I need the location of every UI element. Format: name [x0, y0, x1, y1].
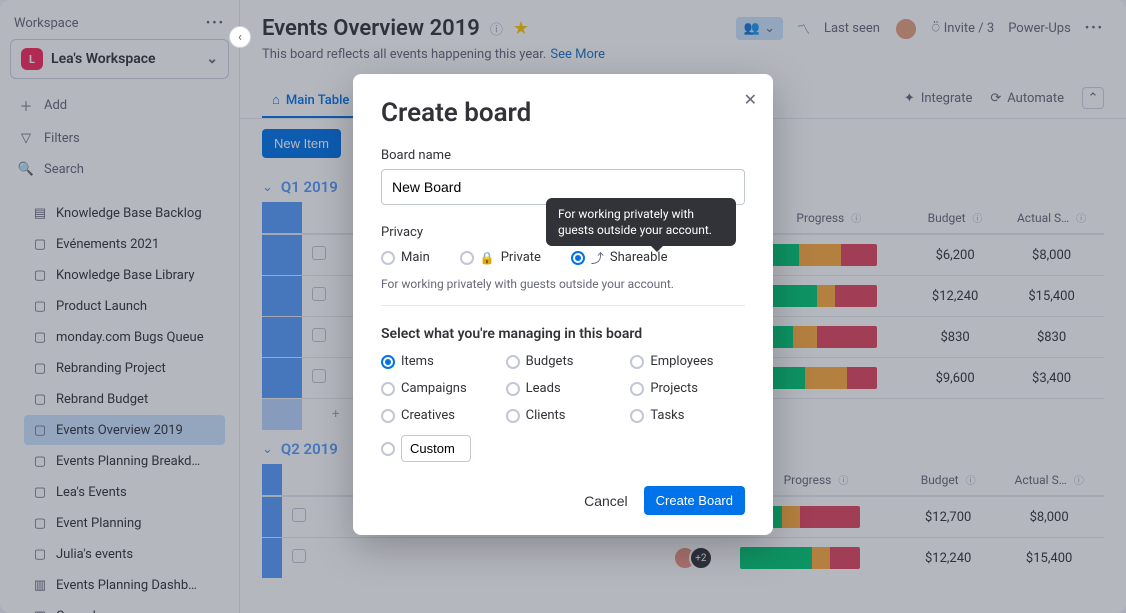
radio-icon [571, 251, 585, 265]
collapse-sidebar-button[interactable]: ‹ [229, 26, 251, 48]
radio-icon [381, 382, 395, 396]
managing-option[interactable]: Projects [630, 381, 745, 396]
managing-option[interactable]: Clients [506, 408, 621, 423]
custom-type-input[interactable] [401, 435, 471, 462]
radio-icon [381, 251, 395, 265]
privacy-private[interactable]: 🔒Private [460, 248, 541, 267]
modal-title: Create board [381, 98, 745, 128]
radio-icon [381, 409, 395, 423]
share-icon: ⤴ [591, 248, 604, 267]
board-name-label: Board name [381, 148, 745, 163]
privacy-tooltip: For working privately with guests outsid… [546, 198, 736, 246]
cancel-button[interactable]: Cancel [584, 493, 628, 509]
managing-option[interactable]: Items [381, 354, 496, 369]
managing-option[interactable]: Campaigns [381, 381, 496, 396]
managing-option[interactable]: Leads [506, 381, 621, 396]
privacy-hint: For working privately with guests outsid… [381, 277, 745, 306]
managing-custom[interactable] [381, 435, 745, 462]
managing-option[interactable]: Employees [630, 354, 745, 369]
radio-icon [506, 355, 520, 369]
managing-option[interactable]: Budgets [506, 354, 621, 369]
modal-backdrop[interactable]: ✕ Create board Board name Privacy Main 🔒… [0, 0, 1126, 613]
radio-icon [506, 382, 520, 396]
managing-option[interactable]: Tasks [630, 408, 745, 423]
lock-icon: 🔒 [480, 251, 495, 265]
radio-icon [381, 442, 395, 456]
create-board-button[interactable]: Create Board [644, 486, 745, 515]
create-board-modal: ✕ Create board Board name Privacy Main 🔒… [353, 74, 773, 535]
radio-icon [630, 382, 644, 396]
close-icon[interactable]: ✕ [744, 90, 757, 109]
radio-icon [381, 355, 395, 369]
managing-label: Select what you're managing in this boar… [381, 326, 745, 342]
radio-icon [630, 409, 644, 423]
managing-option[interactable]: Creatives [381, 408, 496, 423]
radio-icon [460, 251, 474, 265]
radio-icon [630, 355, 644, 369]
radio-icon [506, 409, 520, 423]
privacy-main[interactable]: Main [381, 248, 430, 267]
